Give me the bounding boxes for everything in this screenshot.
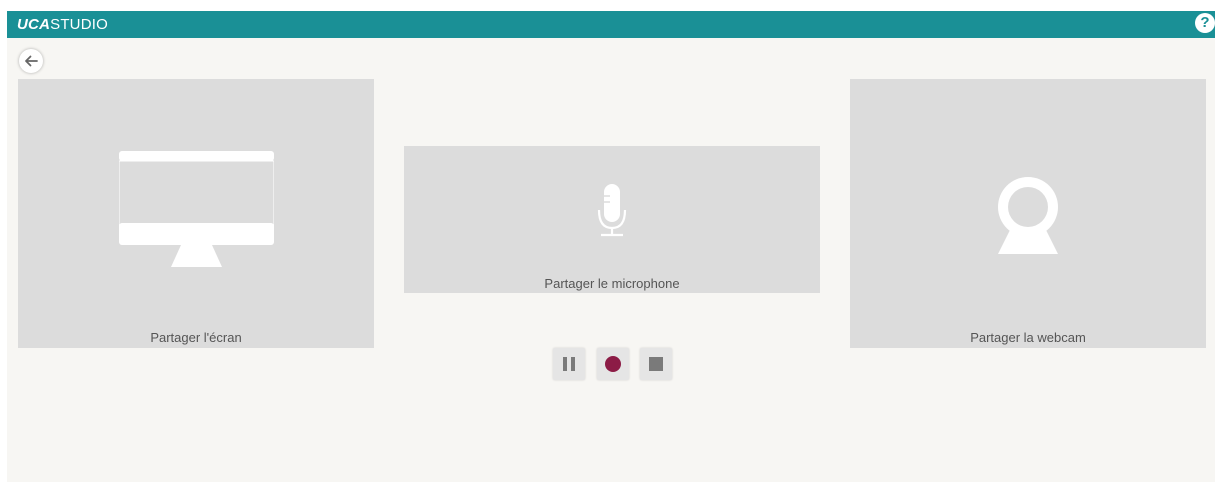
pause-button[interactable] (553, 348, 585, 380)
stop-button[interactable] (640, 348, 672, 380)
back-button[interactable] (19, 49, 43, 73)
app-window: UCASTUDIO ? Partager l'écran Partager le… (7, 11, 1215, 482)
share-microphone-label: Partager le microphone (544, 276, 680, 291)
microphone-icon (597, 184, 627, 237)
stop-icon (649, 357, 663, 371)
pause-icon (563, 357, 575, 371)
share-screen-card[interactable]: Partager l'écran (18, 79, 374, 348)
share-microphone-card[interactable]: Partager le microphone (404, 146, 820, 293)
brand-logo-rest: STUDIO (50, 16, 108, 33)
brand-logo: UCASTUDIO (17, 15, 108, 34)
top-bar: UCASTUDIO ? (7, 11, 1215, 38)
monitor-icon (119, 151, 274, 267)
share-webcam-label: Partager la webcam (970, 330, 1086, 345)
webcam-icon (998, 177, 1058, 254)
question-circle-icon: ? (1200, 14, 1210, 31)
record-icon (605, 356, 621, 372)
help-button[interactable]: ? (1195, 13, 1215, 33)
arrow-left-icon (25, 55, 38, 67)
share-webcam-card[interactable]: Partager la webcam (850, 79, 1206, 348)
brand-logo-bold: UCA (17, 16, 51, 33)
share-screen-label: Partager l'écran (150, 330, 242, 345)
record-button[interactable] (597, 348, 629, 380)
